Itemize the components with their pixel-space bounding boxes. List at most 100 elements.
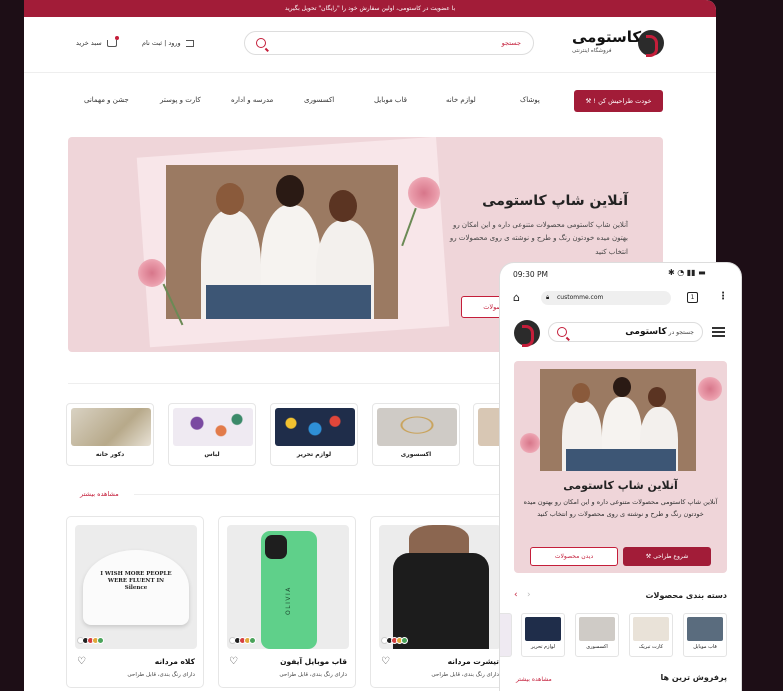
heart-icon[interactable]: ♡ (77, 656, 86, 667)
nav-item-home[interactable]: لوازم خانه (446, 96, 476, 104)
nav-item-party[interactable]: جشن و مهمانی (84, 96, 129, 104)
search-icon[interactable] (256, 38, 266, 48)
nav-item-school-office[interactable]: مدرسه و اداره (231, 96, 273, 104)
url-bar[interactable]: 🔒︎ customme.com (541, 291, 671, 305)
lock-icon: 🔒︎ (546, 294, 550, 301)
category-label: دکور خانه (95, 451, 125, 458)
hero-title: آنلاین شاپ کاستومی (482, 193, 628, 209)
product-card[interactable]: OLIVIA قاب موبایل آیفون ♡ دارای رنگ بندی… (218, 516, 356, 688)
hero-photo (540, 369, 696, 471)
nav-item-clothing[interactable]: پوشاک (520, 96, 540, 104)
mobile-category-card[interactable] (500, 613, 512, 657)
categories-title: دسته بندی محصولات (645, 591, 728, 600)
search-placeholder: جستجو (501, 39, 521, 47)
rose-decoration (520, 433, 540, 453)
product-card[interactable]: I WISH MORE PEOPLE WERE FLUENT IN Silenc… (66, 516, 204, 688)
login-label: ورود | ثبت نام (142, 39, 181, 47)
category-label: قاب موبایل (693, 644, 717, 650)
mobile-hero: آنلاین شاپ کاستومی آنلاین شاپ کاستومی مح… (514, 361, 727, 573)
start-design-label: شروع طراحی (653, 553, 689, 560)
product-card[interactable]: تیشرت مردانه ♡ دارای رنگ بندی، قابل طراح… (370, 516, 508, 688)
cart-icon (106, 35, 119, 47)
heart-icon[interactable]: ♡ (229, 656, 238, 667)
category-image (173, 408, 253, 446)
more-menu-icon[interactable]: ⋮ (718, 291, 728, 302)
category-image (71, 408, 151, 446)
category-image (687, 617, 723, 641)
logo-icon[interactable] (514, 320, 540, 347)
mobile-hero-description: آنلاین شاپ کاستومی محصولات متنوعی داره و… (523, 498, 718, 519)
category-image (377, 408, 457, 446)
category-label: اکسسوری (586, 644, 608, 650)
mobile-category-card[interactable]: قاب موبایل (683, 613, 727, 657)
bestsellers-title: پرفروش ترین ها (660, 673, 727, 682)
view-products-button[interactable]: دیدن محصولات (530, 547, 618, 566)
divider (134, 494, 514, 495)
search-input[interactable]: جستجو (244, 31, 534, 55)
category-image (633, 617, 669, 641)
category-label: اکسسوری (400, 451, 432, 458)
mobile-search-input[interactable]: جستجو در کاستومی (548, 322, 703, 342)
see-more-link[interactable]: مشاهده بیشتر (80, 490, 119, 498)
product-subtitle: دارای رنگ بندی، قابل طراحی (431, 672, 499, 678)
case-print: OLIVIA (285, 586, 292, 615)
chevron-left-icon[interactable]: ‹ (514, 590, 518, 600)
color-swatches[interactable] (77, 637, 104, 644)
login-icon (185, 39, 194, 47)
product-subtitle: دارای رنگ بندی، قابل طراحی (127, 672, 195, 678)
rose-decoration (698, 377, 722, 401)
nav-item-cards-posters[interactable]: کارت و پوستر (160, 96, 201, 104)
category-card[interactable]: لباس (168, 403, 256, 466)
mobile-category-card[interactable]: کارت تبریک (629, 613, 673, 657)
heart-icon[interactable]: ♡ (381, 656, 390, 667)
tabs-button[interactable]: 1 (687, 292, 698, 303)
category-image (525, 617, 561, 641)
category-card[interactable]: اکسسوری (372, 403, 460, 466)
wand-icon: ⚒ (585, 97, 592, 105)
search-icon[interactable] (557, 327, 567, 337)
mobile-category-card[interactable]: اکسسوری (575, 613, 619, 657)
product-title: قاب موبایل آیفون (280, 657, 347, 666)
category-label: لوازم تحریر (296, 451, 332, 458)
cart-link[interactable]: سبد خرید (76, 35, 119, 47)
status-time: 09:30 PM (513, 270, 548, 279)
tshirt-shape (393, 553, 489, 649)
logo-icon[interactable] (638, 30, 664, 57)
chevron-right-icon[interactable]: › (527, 590, 531, 600)
product-subtitle: دارای رنگ بندی، قابل طراحی (279, 672, 347, 678)
category-card[interactable]: دکور خانه (66, 403, 154, 466)
product-title: کلاه مردانه (154, 657, 195, 666)
logo-text[interactable]: کاستومی (572, 28, 641, 46)
main-nav: خودت طراحیش کن ! ⚒ پوشاک لوازم خانه قاب … (24, 74, 716, 126)
color-swatches[interactable] (381, 637, 408, 644)
start-design-button[interactable]: شروع طراحی ⚒ (623, 547, 711, 566)
design-button-label: خودت طراحیش کن ! (593, 97, 652, 105)
divider (68, 383, 508, 384)
home-icon[interactable]: ⌂ (513, 291, 520, 304)
product-image (379, 525, 501, 649)
logo-subtitle: فروشگاه اینترنتی (572, 48, 612, 54)
category-card[interactable]: لوازم تحریر (270, 403, 358, 466)
mobile-search-placeholder: جستجو در کاستومی (625, 327, 694, 337)
category-image (579, 617, 615, 641)
product-image: I WISH MORE PEOPLE WERE FLUENT IN Silenc… (75, 525, 197, 649)
product-title: تیشرت مردانه (447, 657, 499, 666)
category-image (275, 408, 355, 446)
hero-description: آنلاین شاپ کاستومی محصولات متنوعی داره و… (449, 221, 628, 256)
category-label: کارت تبریک (638, 644, 664, 650)
status-bar: 09:30 PM ✱ ◔ ▮▮ ▬ (500, 263, 741, 285)
design-yourself-button[interactable]: خودت طراحیش کن ! ⚒ (574, 90, 663, 112)
mobile-category-card[interactable]: لوازم تحریر (521, 613, 565, 657)
url-text: customme.com (557, 294, 604, 301)
see-more-link[interactable]: مشاهده بیشتر (516, 676, 552, 683)
category-label: لباس (204, 451, 220, 458)
camera-module (265, 535, 287, 559)
color-swatches[interactable] (229, 637, 256, 644)
mobile-view: 09:30 PM ✱ ◔ ▮▮ ▬ ⌂ 🔒︎ customme.com 1 ⋮ … (500, 263, 741, 691)
promo-bar: با عضویت در کاستومی، اولین سفارش خود را … (24, 0, 716, 17)
login-link[interactable]: ورود | ثبت نام (142, 39, 194, 47)
cart-label: سبد خرید (76, 39, 102, 47)
nav-item-accessory[interactable]: اکسسوری (304, 96, 334, 104)
nav-item-phone-case[interactable]: قاب موبایل (374, 96, 407, 104)
category-label: لوازم تحریر (530, 644, 556, 650)
